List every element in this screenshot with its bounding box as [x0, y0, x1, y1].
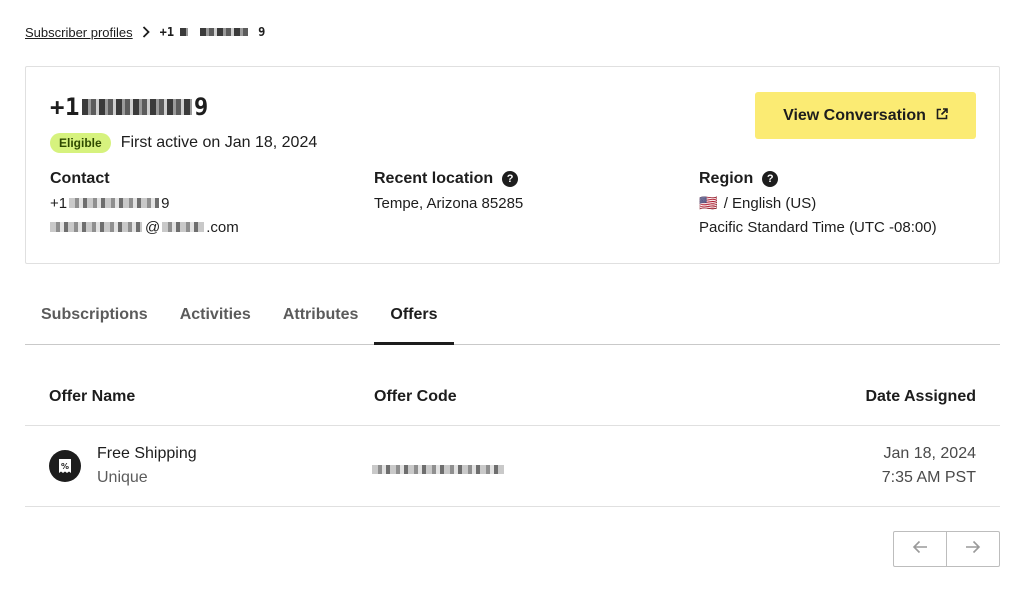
first-active-text: First active on Jan 18, 2024: [120, 134, 318, 151]
redacted-block: [200, 28, 249, 36]
offer-type: Unique: [97, 469, 148, 486]
next-page-button[interactable]: [946, 532, 999, 566]
phone-title-suffix: 9: [193, 93, 209, 121]
contact-email: @ .com: [50, 218, 239, 236]
view-conversation-button[interactable]: View Conversation: [755, 92, 976, 139]
external-link-icon: [936, 107, 948, 125]
discount-tag-icon: %: [49, 450, 81, 482]
subscriber-profile-card: +1 9 Eligible First active on Jan 18, 20…: [25, 66, 1000, 264]
region-section: Region ? 🇺🇸 / English (US) Pacific Stand…: [699, 170, 937, 236]
pagination: [893, 531, 1000, 567]
recent-location-label-text: Recent location: [374, 170, 494, 187]
breadcrumb-current-prefix: +1: [159, 25, 175, 39]
us-flag-icon: 🇺🇸: [699, 195, 718, 212]
column-header-offer-code: Offer Code: [374, 388, 457, 405]
status-row: Eligible First active on Jan 18, 2024: [50, 133, 317, 153]
arrow-left-icon: [912, 540, 928, 559]
date-assigned: Jan 18, 2024: [883, 445, 976, 462]
redacted-block: [69, 198, 160, 208]
contact-email-at: @: [145, 218, 161, 236]
help-icon[interactable]: ?: [502, 171, 519, 187]
view-conversation-label: View Conversation: [783, 106, 926, 124]
region-language-text: / English (US): [723, 194, 817, 212]
breadcrumb: Subscriber profiles +1 9: [25, 22, 265, 42]
redacted-block: [180, 28, 189, 36]
profile-tabs: Subscriptions Activities Attributes Offe…: [25, 296, 1000, 345]
phone-title-prefix: +1: [50, 93, 80, 121]
breadcrumb-current: +1 9: [160, 25, 266, 39]
subscriber-phone-title: +1 9: [50, 93, 209, 121]
redacted-block: [81, 99, 192, 115]
status-badge: Eligible: [50, 133, 111, 153]
recent-location-value: Tempe, Arizona 85285: [374, 194, 524, 212]
redacted-block: [50, 222, 142, 232]
region-timezone: Pacific Standard Time (UTC -08:00): [699, 218, 937, 236]
column-header-date-assigned: Date Assigned: [865, 388, 976, 405]
time-assigned: 7:35 AM PST: [881, 469, 976, 486]
help-icon[interactable]: ?: [762, 171, 779, 187]
redacted-block: [162, 222, 205, 232]
chevron-right-icon: [142, 26, 150, 38]
breadcrumb-subscriber-profiles-link[interactable]: Subscriber profiles: [25, 25, 133, 40]
offer-name: Free Shipping: [97, 445, 197, 462]
contact-phone-suffix: 9: [161, 194, 170, 212]
svg-text:%: %: [61, 462, 69, 471]
contact-phone: +1 9: [50, 194, 239, 212]
region-label-text: Region: [699, 170, 754, 187]
tab-subscriptions[interactable]: Subscriptions: [25, 296, 164, 344]
tab-offers[interactable]: Offers: [374, 296, 454, 345]
recent-location-label: Recent location ?: [374, 170, 523, 188]
table-row[interactable]: % Free Shipping Unique Jan 18, 2024 7:35…: [25, 426, 1000, 507]
region-language: 🇺🇸 / English (US): [699, 194, 937, 213]
contact-section: Contact +1 9 @ .com: [50, 170, 239, 236]
column-header-offer-name: Offer Name: [49, 388, 136, 405]
contact-label: Contact: [50, 170, 110, 187]
redacted-block: [372, 465, 504, 475]
previous-page-button[interactable]: [894, 532, 946, 566]
contact-email-tld: .com: [206, 218, 239, 236]
breadcrumb-current-suffix: 9: [258, 25, 266, 39]
recent-location-section: Recent location ? Tempe, Arizona 85285: [374, 170, 523, 212]
offer-code: [372, 461, 504, 479]
region-label: Region ?: [699, 170, 937, 188]
contact-phone-prefix: +1: [50, 194, 68, 212]
offers-table: Offer Name Offer Code Date Assigned % Fr…: [25, 370, 1000, 507]
table-header: Offer Name Offer Code Date Assigned: [25, 370, 1000, 426]
tab-activities[interactable]: Activities: [164, 296, 267, 344]
arrow-right-icon: [965, 540, 981, 559]
tab-attributes[interactable]: Attributes: [267, 296, 375, 344]
